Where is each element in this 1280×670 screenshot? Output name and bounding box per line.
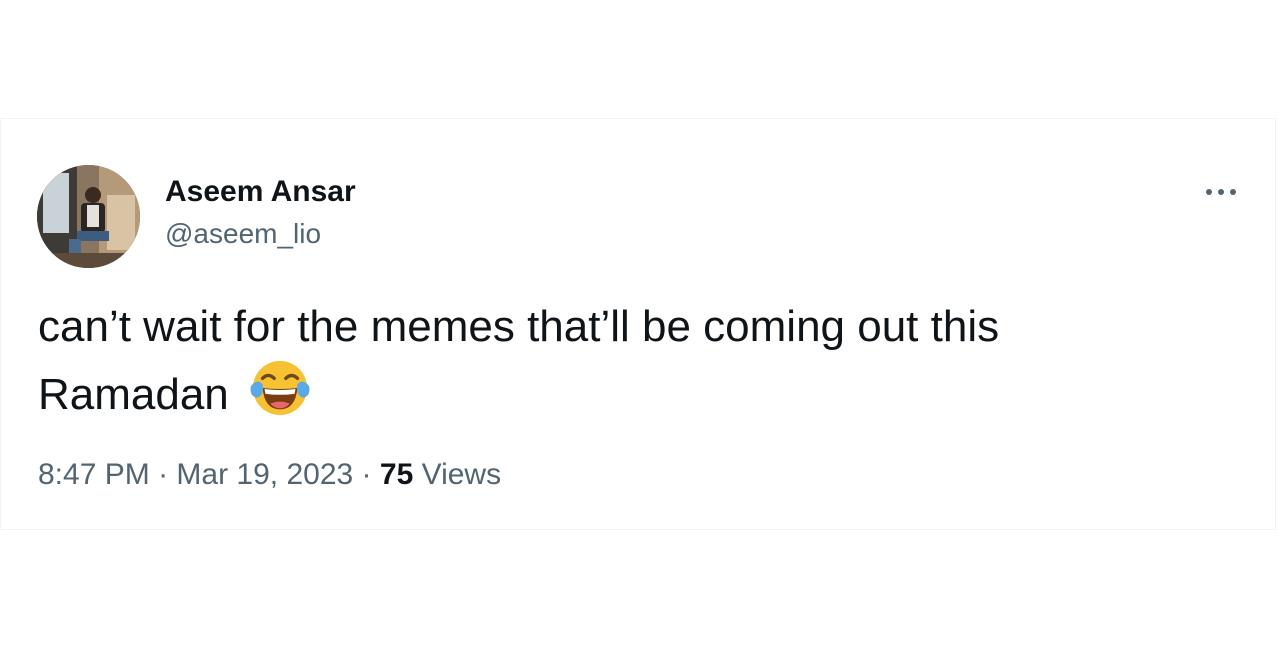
views-label: Views xyxy=(421,458,502,491)
face-with-tears-of-joy-icon xyxy=(250,360,310,416)
separator: · xyxy=(158,458,169,491)
more-options-button[interactable] xyxy=(1199,177,1243,207)
author-handle[interactable]: @aseem_lio xyxy=(165,217,321,251)
tweet-text-line2: Ramadan xyxy=(38,370,229,419)
more-horizontal-icon xyxy=(1206,189,1236,195)
author-display-name[interactable]: Aseem Ansar xyxy=(165,174,356,210)
tweet-time: 8:47 PM xyxy=(38,458,150,491)
separator: · xyxy=(361,458,372,491)
tweet-time-link[interactable]: 8:47 PM · Mar 19, 2023 xyxy=(38,458,353,491)
tweet-card: Aseem Ansar @aseem_lio can’t wait for th… xyxy=(0,118,1276,530)
views-count: 75 xyxy=(379,458,414,491)
tweet-date: Mar 19, 2023 xyxy=(176,458,354,491)
avatar[interactable] xyxy=(37,165,140,268)
tweet-text-line1: can’t wait for the memes that’ll be comi… xyxy=(38,302,1000,351)
tweet-meta: 8:47 PM · Mar 19, 2023 · 75 Views xyxy=(38,455,501,495)
tweet-text: can’t wait for the memes that’ll be comi… xyxy=(38,297,1238,425)
avatar-photo xyxy=(37,165,140,268)
